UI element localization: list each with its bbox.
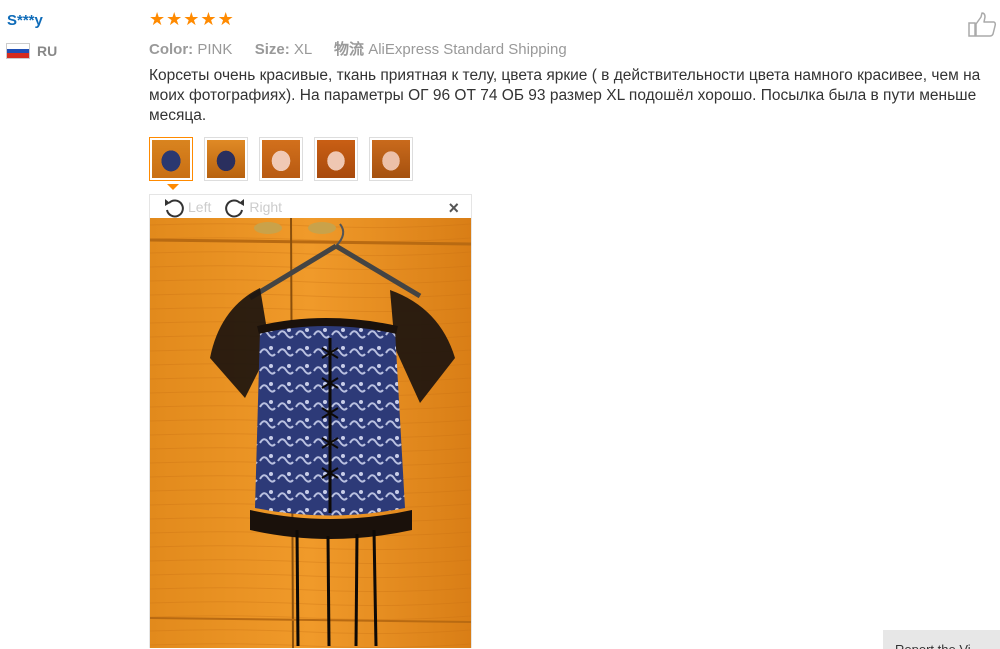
star-icon: ★ bbox=[183, 9, 200, 30]
rotate-left-button[interactable]: Left bbox=[162, 195, 211, 219]
shipping-label: 物流 bbox=[334, 41, 365, 58]
rating-stars: ★ ★ ★ ★ ★ bbox=[149, 11, 234, 29]
rotate-left-label: Left bbox=[188, 199, 212, 215]
shipping-value: AliExpress Standard Shipping bbox=[368, 41, 567, 58]
active-thumbnail-caret bbox=[167, 184, 179, 190]
photo-thumbnails bbox=[149, 137, 413, 181]
review-photo[interactable] bbox=[150, 218, 471, 648]
color-value: PINK bbox=[197, 41, 233, 58]
close-icon[interactable]: × bbox=[448, 198, 459, 219]
size-value: XL bbox=[293, 41, 312, 58]
photo-viewer: Left Right × bbox=[149, 194, 472, 648]
star-icon: ★ bbox=[149, 9, 166, 30]
order-meta: Color: PINK Size: XL 物流 AliExpress Stand… bbox=[149, 38, 567, 59]
rotate-left-icon bbox=[165, 199, 184, 218]
star-icon: ★ bbox=[200, 9, 217, 30]
thumbnail-photo-5[interactable] bbox=[369, 137, 413, 181]
rotate-right-button[interactable]: Right bbox=[223, 195, 282, 219]
thumbnail-photo-3[interactable] bbox=[259, 137, 303, 181]
country-code: RU bbox=[37, 43, 58, 59]
thumbnail-photo-1[interactable] bbox=[149, 137, 193, 181]
reviewer-name[interactable]: S***y bbox=[7, 12, 43, 29]
star-icon: ★ bbox=[166, 9, 183, 30]
thumbs-up-icon[interactable] bbox=[968, 12, 998, 38]
report-button[interactable]: Report the Vi... bbox=[883, 630, 1000, 649]
size-label: Size: bbox=[254, 41, 290, 58]
rotate-right-icon bbox=[225, 199, 245, 218]
thumbnail-photo-4[interactable] bbox=[314, 137, 358, 181]
reviewer-country: RU bbox=[7, 43, 57, 59]
rotate-right-label: Right bbox=[249, 199, 283, 215]
review-text: Корсеты очень красивые, ткань приятная к… bbox=[149, 67, 981, 124]
star-icon: ★ bbox=[217, 9, 234, 30]
thumbnail-photo-2[interactable] bbox=[204, 137, 248, 181]
color-label: Color: bbox=[149, 41, 194, 58]
russia-flag-icon bbox=[7, 44, 29, 59]
viewer-toolbar: Left Right × bbox=[150, 195, 471, 219]
